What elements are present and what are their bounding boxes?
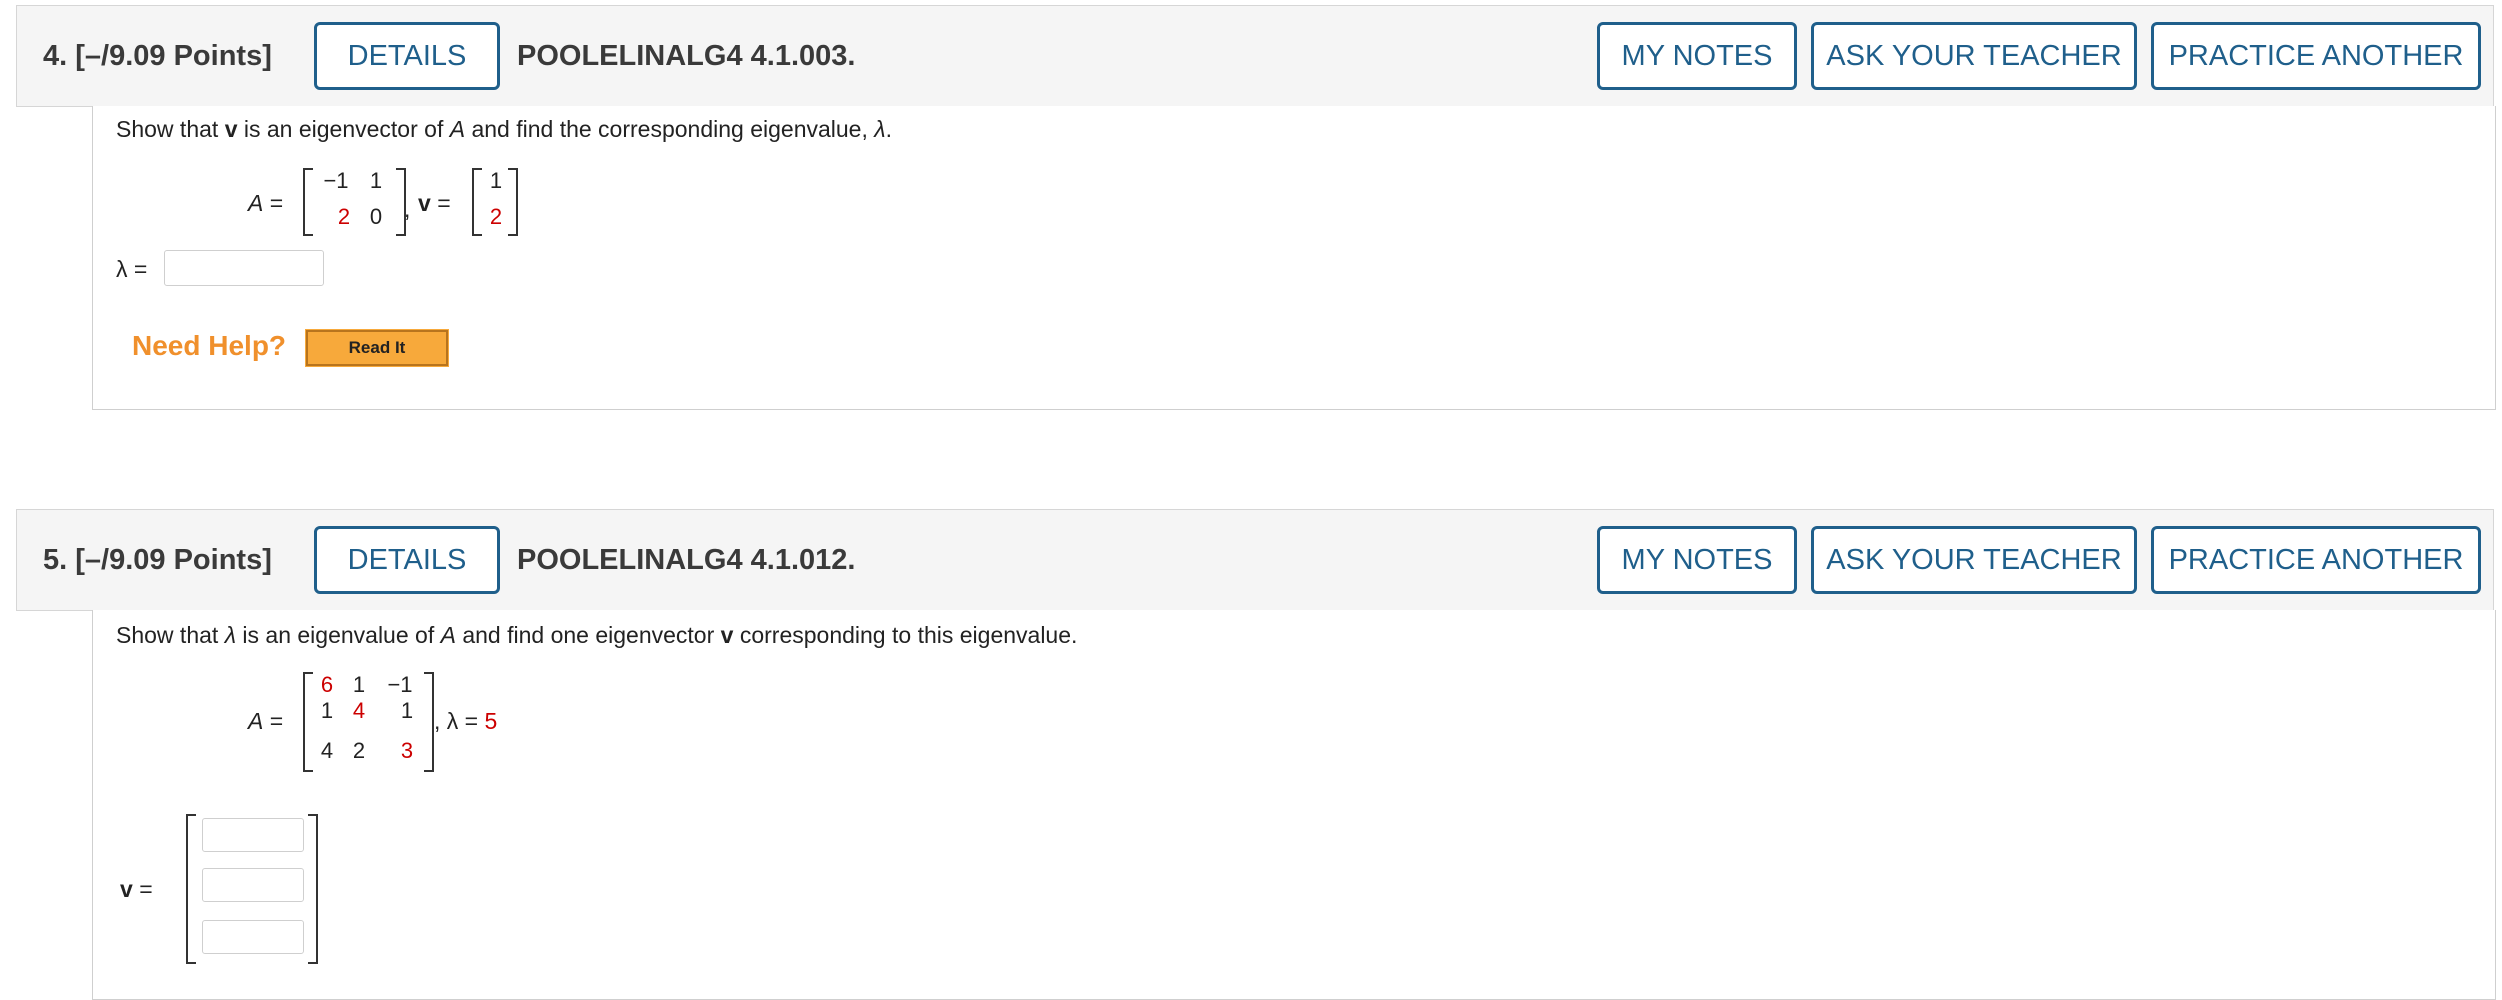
prompt-v: v	[720, 622, 734, 648]
my-notes-button[interactable]: MY NOTES	[1597, 526, 1797, 594]
question-5-code: POOLELINALG4 4.1.012.	[517, 543, 856, 576]
question-5-header: 5. [–/9.09 Points] DETAILS POOLELINALG4 …	[16, 509, 2494, 611]
matrix-cell: 1	[400, 698, 414, 723]
lambda-answer-input[interactable]	[164, 250, 324, 286]
prompt-text: and find one eigenvector	[455, 622, 721, 648]
question-5-title: 5. [–/9.09 Points]	[43, 510, 272, 610]
matrix-cell: −1	[323, 168, 349, 193]
vector-right-bracket	[508, 168, 518, 236]
ask-your-teacher-button[interactable]: ASK YOUR TEACHER	[1811, 22, 2137, 90]
matrix-cell: −1	[387, 672, 413, 697]
question-4-number: 4.	[43, 39, 68, 72]
matrix-left-bracket	[303, 168, 313, 236]
comma: ,	[404, 196, 411, 222]
vector-v-label: v =	[418, 190, 451, 216]
prompt-text: Show that	[116, 622, 225, 648]
matrix-cell: 2	[352, 738, 366, 763]
read-it-button[interactable]: Read It	[305, 329, 449, 367]
vector-right-bracket	[308, 814, 318, 964]
matrix-cell: 4	[320, 738, 334, 763]
vector-v-label: v =	[120, 876, 153, 902]
question-4-prompt: Show that v is an eigenvector of A and f…	[116, 116, 892, 143]
prompt-text: corresponding to this eigenvalue.	[733, 622, 1078, 648]
lambda-value: 5	[484, 708, 498, 734]
lambda-label: λ =	[116, 256, 148, 282]
practice-another-button[interactable]: PRACTICE ANOTHER	[2151, 526, 2481, 594]
question-4-title: 4. [–/9.09 Points]	[43, 6, 272, 106]
matrix-cell: 3	[400, 738, 414, 763]
vector-v-input-1[interactable]	[202, 818, 304, 852]
ask-your-teacher-button[interactable]: ASK YOUR TEACHER	[1811, 526, 2137, 594]
question-4-body	[92, 106, 2496, 410]
vector-left-bracket	[186, 814, 196, 964]
details-button[interactable]: DETAILS	[314, 526, 500, 594]
prompt-v: v	[224, 116, 238, 142]
question-5-prompt: Show that λ is an eigenvalue of A and fi…	[116, 622, 1077, 649]
matrix-cell: 6	[320, 672, 334, 697]
matrix-cell: 1	[320, 698, 334, 723]
matrix-cell: 2	[337, 204, 351, 229]
practice-another-button[interactable]: PRACTICE ANOTHER	[2151, 22, 2481, 90]
question-4-code: POOLELINALG4 4.1.003.	[517, 39, 856, 72]
lambda-equals: , λ = 5	[434, 708, 497, 735]
prompt-A: A	[449, 116, 466, 142]
question-5-body	[92, 610, 2496, 1000]
prompt-text: is an eigenvalue of	[236, 622, 441, 648]
vector-v-input-2[interactable]	[202, 868, 304, 902]
matrix-A-label: A =	[248, 190, 284, 216]
question-5-number: 5.	[43, 543, 68, 576]
question-4-header: 4. [–/9.09 Points] DETAILS POOLELINALG4 …	[16, 5, 2494, 107]
my-notes-button[interactable]: MY NOTES	[1597, 22, 1797, 90]
prompt-text: and find the corresponding eigenvalue,	[465, 116, 875, 142]
prompt-lambda: λ	[874, 116, 886, 142]
prompt-lambda: λ	[224, 622, 237, 648]
matrix-cell: 1	[352, 672, 366, 697]
question-4-points: [–/9.09 Points]	[75, 39, 272, 72]
vector-v-input-3[interactable]	[202, 920, 304, 954]
prompt-text: Show that	[116, 116, 225, 142]
lambda-eq-label: , λ =	[434, 708, 479, 734]
prompt-A: A	[440, 622, 456, 648]
matrix-A-label: A =	[248, 708, 284, 734]
matrix-right-bracket	[424, 672, 434, 772]
question-5-points: [–/9.09 Points]	[75, 543, 272, 576]
need-help-label: Need Help?	[132, 330, 287, 361]
details-button[interactable]: DETAILS	[314, 22, 500, 90]
prompt-text: .	[885, 116, 892, 142]
prompt-text: is an eigenvector of	[237, 116, 450, 142]
matrix-cell: 4	[352, 698, 366, 723]
matrix-cell: 0	[369, 204, 383, 229]
matrix-cell: 1	[369, 168, 383, 193]
